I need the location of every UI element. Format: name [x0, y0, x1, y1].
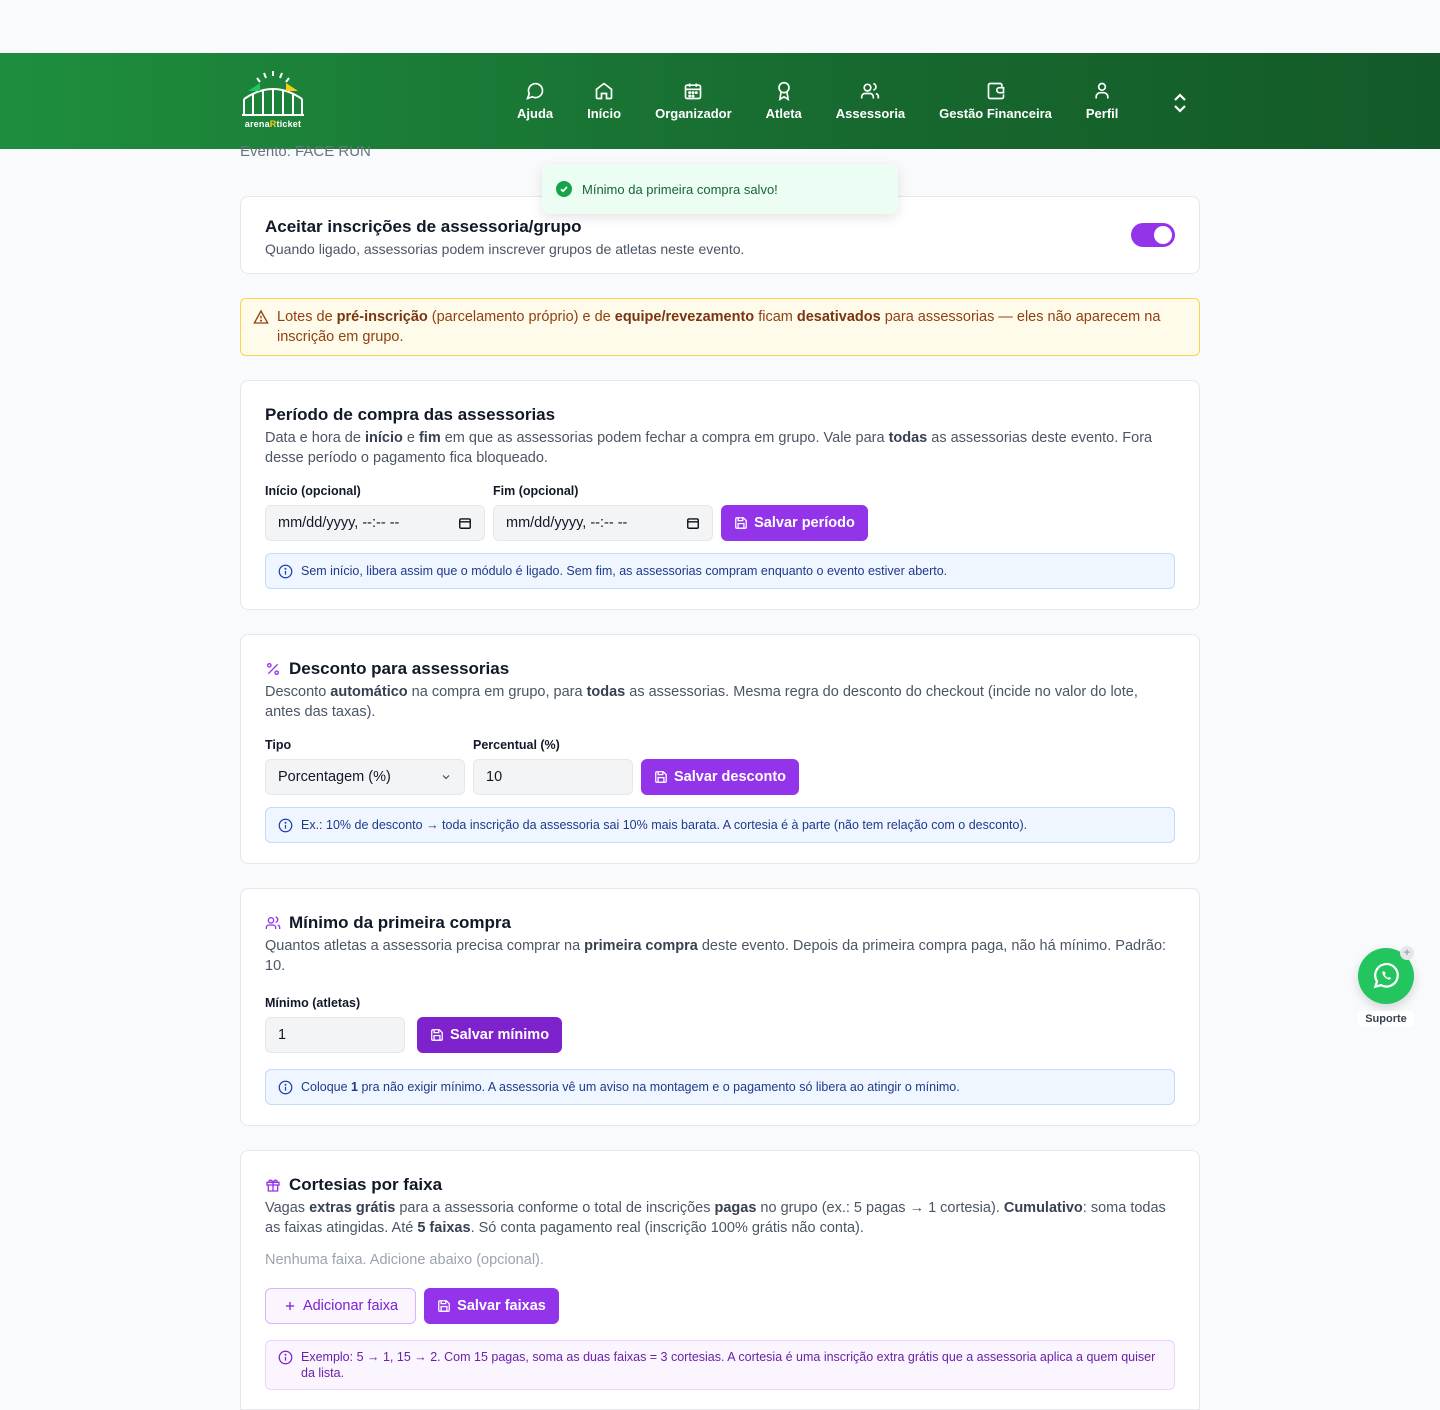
user-icon	[1095, 82, 1109, 99]
periodo-info: Sem início, libera assim que o módulo é …	[265, 553, 1175, 589]
stadium-icon	[242, 71, 304, 116]
nav-item-label: Ajuda	[517, 106, 554, 121]
nav-item-assessoria[interactable]: Assessoria	[819, 53, 922, 149]
tipo-select[interactable]: Porcentagem (%)	[265, 759, 465, 795]
periodo-description: Data e hora de início e fim em que as as…	[265, 430, 1153, 466]
cortesias-title: Cortesias por faixa	[265, 1175, 1175, 1195]
nav-menu: Ajuda Início Organizador Atleta Assessor…	[500, 53, 1135, 149]
minimo-title: Mínimo da primeira compra	[265, 913, 1175, 933]
nav-item-atleta[interactable]: Atleta	[749, 53, 819, 149]
warning-triangle-icon	[253, 309, 269, 324]
fim-datetime-input[interactable]: mm/dd/yyyy, --:-- --	[493, 505, 713, 541]
save-icon	[438, 1300, 451, 1312]
nav-item-gestao-financeira[interactable]: Gestão Financeira	[922, 53, 1069, 149]
cortesias-empty-text: Nenhuma faixa. Adicione abaixo (opcional…	[265, 1252, 544, 1268]
nav-item-label: Atleta	[765, 106, 802, 121]
inicio-label: Início (opcional)	[265, 484, 361, 498]
info-icon	[278, 564, 293, 578]
inicio-datetime-input[interactable]: mm/dd/yyyy, --:-- --	[265, 505, 485, 541]
gift-icon	[266, 1179, 280, 1192]
calendar-icon[interactable]	[686, 516, 700, 530]
save-periodo-button[interactable]: Salvar período	[721, 505, 868, 541]
minimo-input[interactable]: 1	[265, 1017, 405, 1053]
toast-message: Mínimo da primeira compra salvo!	[582, 181, 778, 197]
cortesias-description: Vagas extras grátis para a assessoria co…	[265, 1200, 1166, 1236]
percentual-input[interactable]: 10	[473, 759, 633, 795]
nav-item-organizador[interactable]: Organizador	[638, 53, 749, 149]
minimo-description: Quantos atletas a assessoria precisa com…	[265, 938, 1167, 974]
home-icon	[595, 82, 613, 100]
cortesias-info: Exemplo: 5 → 1, 15 → 2. Com 15 pagas, so…	[265, 1340, 1175, 1390]
warning-banner: Lotes de pré-inscrição (parcelamento pró…	[240, 298, 1200, 356]
save-icon	[655, 771, 667, 783]
nav-item-perfil[interactable]: Perfil	[1069, 53, 1136, 149]
accept-toggle[interactable]	[1131, 223, 1175, 247]
save-icon	[431, 1029, 443, 1041]
save-faixas-button[interactable]: Salvar faixas	[424, 1288, 559, 1324]
percent-icon	[267, 663, 279, 675]
arenaticket-logo[interactable]: arenaRticket	[240, 69, 306, 129]
plus-icon[interactable]: +	[1400, 946, 1414, 960]
save-icon	[735, 517, 748, 529]
users-icon	[265, 916, 281, 929]
minimo-card: Mínimo da primeira compra Quantos atleta…	[240, 888, 1200, 1126]
top-navbar: arenaRticket Ajuda Início Organizador At…	[0, 53, 1440, 149]
event-name: Evento: FACE RUN	[240, 143, 371, 160]
periodo-card: Período de compra das assessorias Data e…	[240, 380, 1200, 610]
cortesias-card: Cortesias por faixa Vagas extras grátis …	[240, 1150, 1200, 1410]
tipo-label: Tipo	[265, 738, 292, 752]
nav-item-label: Perfil	[1085, 106, 1119, 121]
fim-label: Fim (opcional)	[493, 484, 579, 498]
save-minimo-button[interactable]: Salvar mínimo	[417, 1017, 562, 1053]
whatsapp-icon	[1373, 962, 1399, 989]
success-toast: Mínimo da primeira compra salvo!	[542, 164, 898, 214]
calendar-icon[interactable]	[458, 516, 472, 530]
chevron-up-down-icon[interactable]	[1168, 91, 1192, 115]
nav-item-label: Assessoria	[835, 106, 906, 121]
logo-wordmark: arenaRticket	[244, 119, 302, 129]
add-faixa-button[interactable]: Adicionar faixa	[265, 1288, 416, 1324]
medal-icon	[777, 81, 790, 101]
desconto-title: Desconto para assessorias	[265, 659, 1175, 679]
accept-description: Quando ligado, assessorias podem inscrev…	[265, 241, 745, 257]
nav-item-ajuda[interactable]: Ajuda	[500, 53, 570, 149]
desconto-card: Desconto para assessorias Desconto autom…	[240, 634, 1200, 864]
accept-title: Aceitar inscrições de assessoria/grupo	[265, 217, 582, 236]
nav-item-label: Início	[587, 106, 622, 121]
plus-icon	[285, 1301, 295, 1311]
support-label: Suporte	[1358, 1011, 1414, 1027]
periodo-title: Período de compra das assessorias	[265, 405, 556, 424]
minimo-label: Mínimo (atletas)	[265, 996, 361, 1010]
chat-bubble-icon	[526, 82, 544, 100]
percentual-label: Percentual (%)	[473, 738, 560, 752]
check-circle-icon	[556, 181, 572, 197]
info-icon	[278, 818, 293, 832]
info-icon	[278, 1080, 293, 1094]
users-icon	[861, 82, 880, 99]
minimo-info: Coloque 1 pra não exigir mínimo. A asses…	[265, 1069, 1175, 1105]
chevron-down-icon	[442, 775, 450, 780]
calendar-icon	[685, 83, 702, 100]
desconto-description: Desconto automático na compra em grupo, …	[265, 684, 1138, 720]
wallet-icon	[987, 82, 1004, 100]
desconto-info: Ex.: 10% de desconto → toda inscrição da…	[265, 807, 1175, 843]
nav-item-label: Gestão Financeira	[939, 106, 1052, 121]
info-icon	[278, 1350, 293, 1365]
nav-item-label: Organizador	[655, 106, 732, 121]
nav-item-inicio[interactable]: Início	[570, 53, 638, 149]
save-desconto-button[interactable]: Salvar desconto	[641, 759, 799, 795]
